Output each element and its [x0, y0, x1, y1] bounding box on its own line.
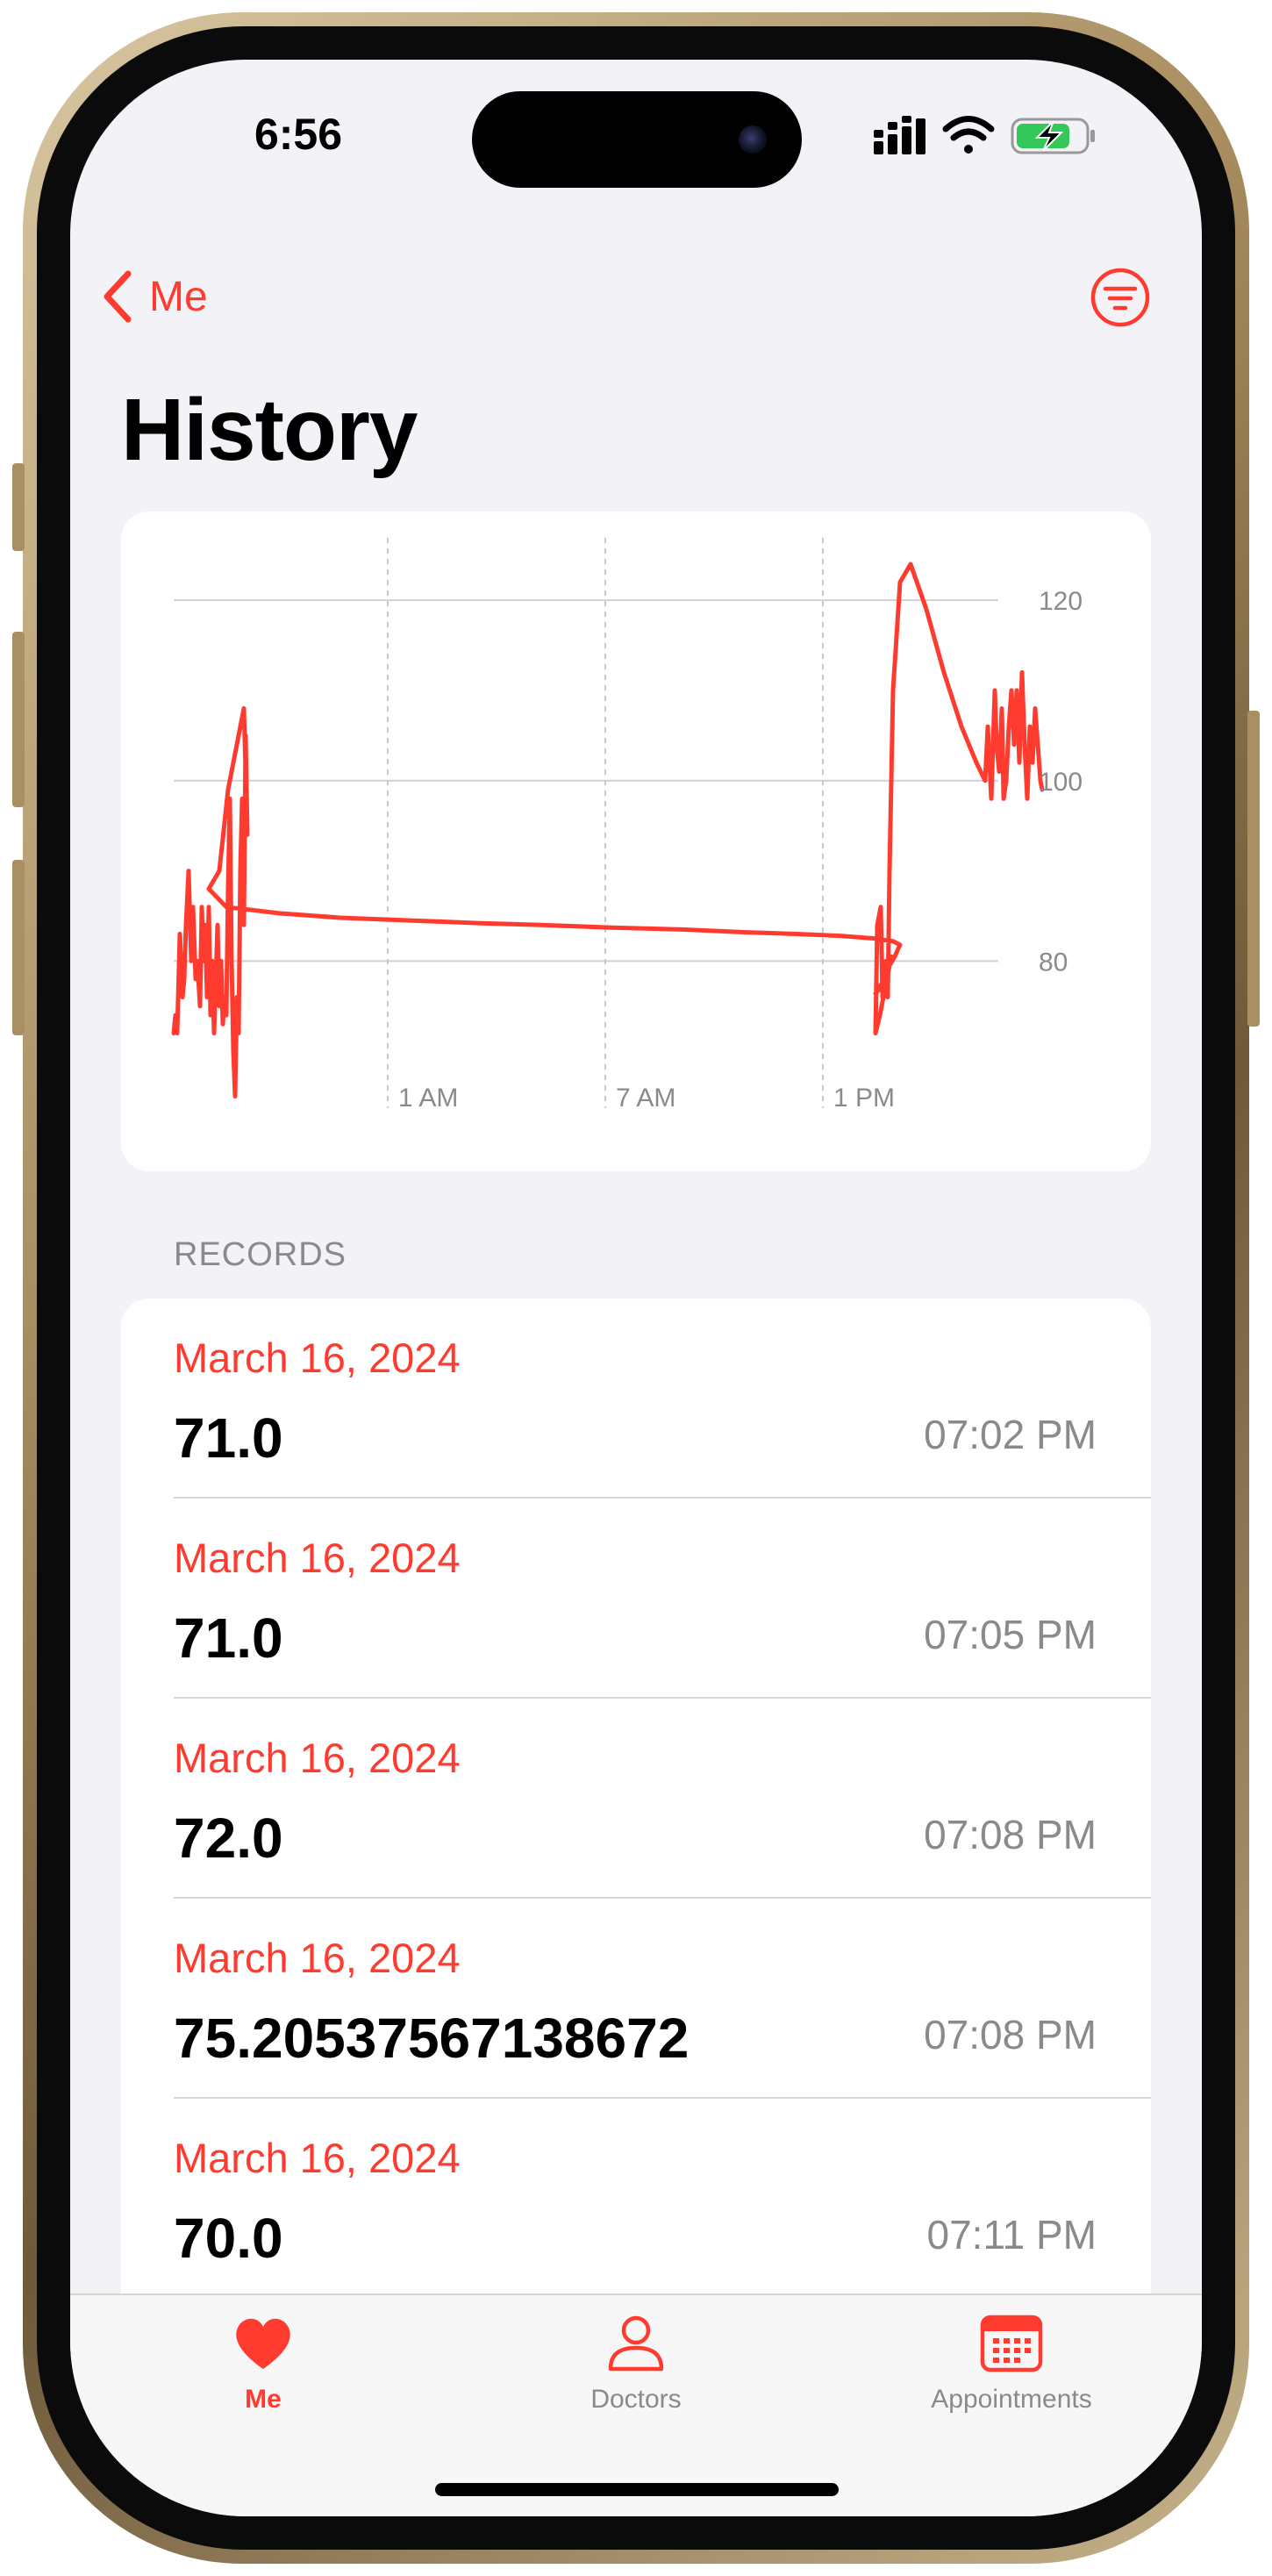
record-row[interactable]: March 16, 2024 75.20537567138672 07:08 PM: [121, 1899, 1151, 2099]
record-value: 75.20537567138672: [174, 2007, 690, 2070]
page-title: History: [121, 381, 418, 479]
record-date: March 16, 2024: [174, 1735, 461, 1781]
record-time: 07:08 PM: [924, 1812, 1097, 1857]
records-section-header: RECORDS: [174, 1236, 347, 1273]
back-label: Me: [149, 273, 208, 320]
back-button[interactable]: Me: [102, 253, 208, 340]
tab-appointments[interactable]: Appointments: [880, 2311, 1143, 2434]
record-row[interactable]: March 16, 2024 70.0 07:11 PM: [121, 2099, 1151, 2299]
record-value: 70.0: [174, 2207, 283, 2270]
x-tick-label: 7 AM: [616, 1084, 675, 1113]
chart-card: 120 100 80 1 AM 7 AM 1 PM: [121, 512, 1151, 1171]
x-tick-label: 1 PM: [833, 1084, 895, 1113]
record-row[interactable]: March 16, 2024 72.0 07:08 PM: [121, 1699, 1151, 1899]
y-tick-label: 100: [1039, 768, 1083, 797]
cellular-signal-icon: [874, 116, 925, 154]
status-time: 6:56: [254, 110, 343, 159]
record-value: 72.0: [174, 1807, 283, 1870]
filter-circle-icon[interactable]: [1090, 267, 1151, 328]
status-bar: 6:56: [70, 60, 1202, 218]
tab-me[interactable]: Me: [132, 2311, 395, 2434]
series-line: [171, 562, 1045, 1099]
y-tick-label: 80: [1039, 948, 1068, 977]
record-time: 07:08 PM: [924, 2012, 1097, 2057]
tab-me-label: Me: [245, 2385, 282, 2414]
navigation-bar: Me: [70, 253, 1202, 340]
tab-doctors[interactable]: Doctors: [504, 2311, 768, 2434]
home-indicator: [435, 2483, 839, 2496]
screen: 6:56 Me History 120 100 80 1 AM 7 AM 1 P…: [70, 60, 1202, 2516]
record-date: March 16, 2024: [174, 1335, 461, 1381]
x-tick-label: 1 AM: [398, 1084, 458, 1113]
chevron-left-icon: [104, 270, 132, 323]
record-row[interactable]: March 16, 2024 71.0 07:05 PM: [121, 1499, 1151, 1699]
record-date: March 16, 2024: [174, 1535, 461, 1581]
tab-doctors-label: Doctors: [590, 2385, 682, 2414]
record-time: 07:02 PM: [924, 1412, 1097, 1457]
record-date: March 16, 2024: [174, 2135, 461, 2181]
record-value: 71.0: [174, 1606, 283, 1670]
record-date: March 16, 2024: [174, 1935, 461, 1981]
heart-fill-icon: [236, 2318, 290, 2369]
action-button: [12, 463, 25, 551]
record-value: 71.0: [174, 1406, 283, 1470]
volume-up-button: [12, 632, 25, 807]
record-row[interactable]: March 16, 2024 71.0 07:02 PM: [121, 1299, 1151, 1499]
power-button: [1247, 711, 1260, 1027]
dynamic-island: [472, 91, 802, 188]
person-icon: [608, 2315, 664, 2372]
wifi-icon: [942, 116, 995, 154]
record-time: 07:05 PM: [924, 1612, 1097, 1657]
tab-appointments-label: Appointments: [931, 2385, 1092, 2414]
record-time: 07:11 PM: [926, 2212, 1097, 2258]
status-icons: [874, 116, 1095, 154]
calendar-icon: [980, 2315, 1043, 2372]
front-camera: [739, 125, 767, 154]
battery-charging-icon: [1011, 118, 1095, 154]
heart-rate-chart: 120 100 80 1 AM 7 AM 1 PM: [171, 538, 1083, 1113]
records-list: March 16, 2024 71.0 07:02 PM March 16, 2024…: [121, 1299, 1151, 2457]
y-tick-label: 120: [1039, 587, 1083, 616]
volume-down-button: [12, 860, 25, 1035]
